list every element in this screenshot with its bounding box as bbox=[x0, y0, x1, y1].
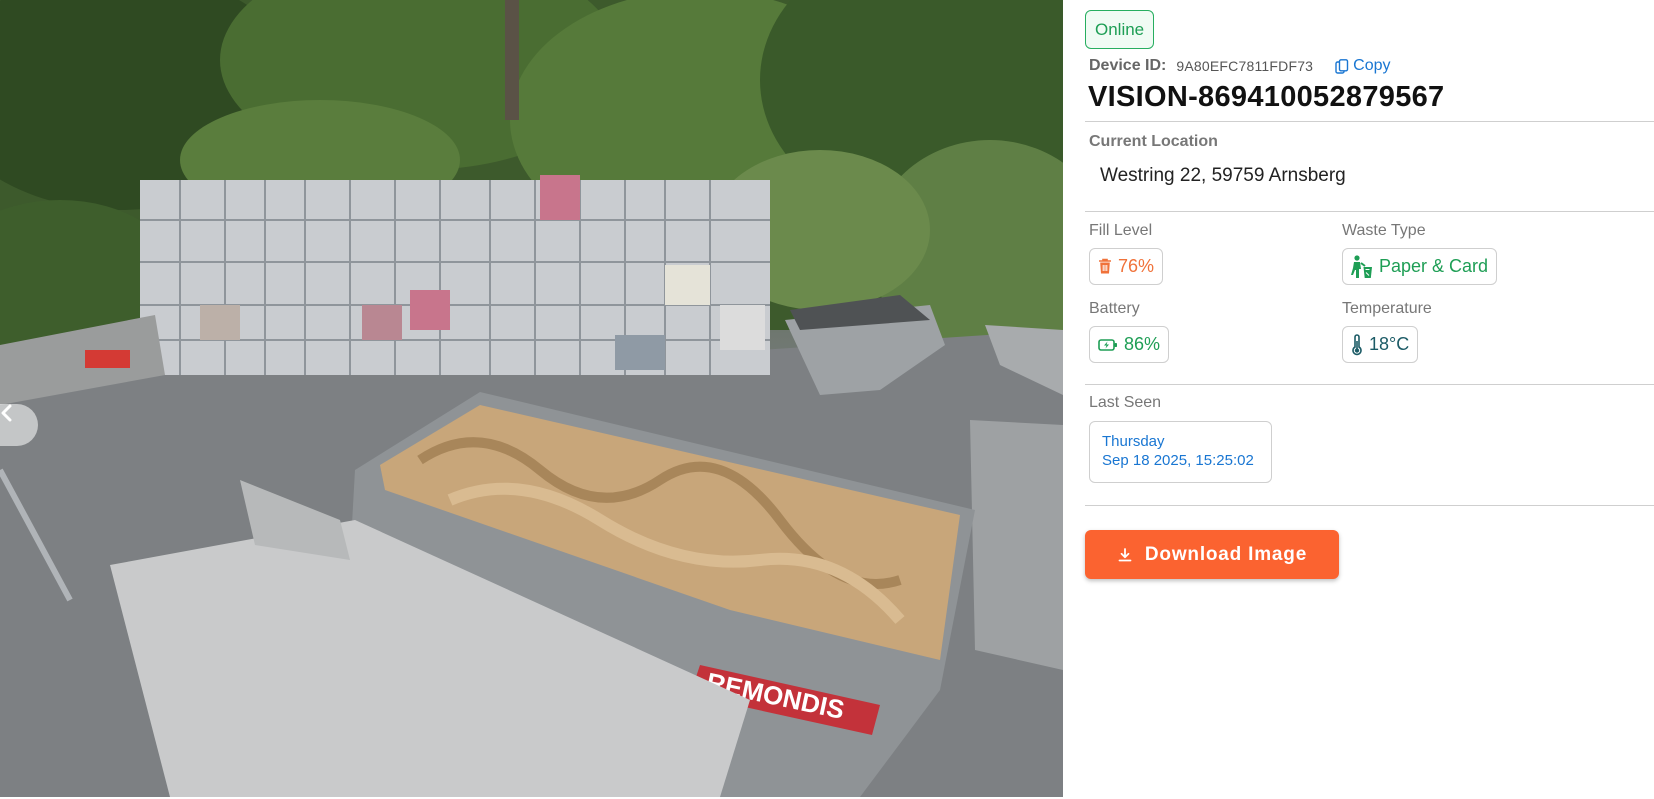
location-label: Current Location bbox=[1089, 133, 1218, 150]
last-seen-box: Thursday Sep 18 2025, 15:25:02 bbox=[1089, 421, 1272, 483]
fill-level-value: 76% bbox=[1118, 256, 1155, 276]
thermometer-icon bbox=[1352, 333, 1362, 355]
copy-label: Copy bbox=[1353, 57, 1391, 74]
waste-type-label: Waste Type bbox=[1342, 222, 1426, 239]
battery-label: Battery bbox=[1089, 300, 1140, 317]
camera-image: REMONDIS bbox=[0, 0, 1063, 797]
ibc-stack bbox=[140, 175, 770, 375]
device-id-value: 9A80EFC7811FDF73 bbox=[1176, 58, 1314, 74]
last-seen-label: Last Seen bbox=[1089, 394, 1162, 411]
battery-value: 86% bbox=[1124, 334, 1161, 354]
device-info-panel: Online Device ID: 9A80EFC7811FDF73 Copy … bbox=[1063, 0, 1654, 799]
download-label: Download Image bbox=[1144, 543, 1308, 565]
person-recycling-icon bbox=[1351, 254, 1372, 278]
download-icon bbox=[1118, 547, 1132, 561]
trash-icon bbox=[1099, 258, 1111, 274]
waste-type-chip: Paper & Card bbox=[1342, 248, 1498, 285]
battery-chip: 86% bbox=[1089, 326, 1170, 363]
temperature-value: 18°C bbox=[1369, 334, 1410, 354]
temperature-chip: 18°C bbox=[1342, 326, 1419, 363]
last-seen-datetime: Sep 18 2025, 15:25:02 bbox=[1102, 452, 1254, 469]
download-image-button[interactable]: Download Image bbox=[1085, 530, 1339, 579]
fill-level-label: Fill Level bbox=[1089, 222, 1153, 239]
battery-charging-icon bbox=[1098, 338, 1117, 351]
divider bbox=[1085, 121, 1654, 122]
waste-type-value: Paper & Card bbox=[1379, 256, 1489, 276]
divider bbox=[1085, 384, 1654, 385]
fill-level-chip: 76% bbox=[1089, 248, 1164, 285]
camera-scene: REMONDIS bbox=[0, 0, 1063, 797]
copy-icon bbox=[1335, 58, 1349, 74]
location-address: Westring 22, 59759 Arnsberg bbox=[1100, 165, 1346, 186]
status-badge: Online bbox=[1085, 10, 1155, 49]
right-container bbox=[970, 420, 1063, 670]
divider bbox=[1085, 211, 1654, 212]
last-seen-day: Thursday bbox=[1102, 433, 1165, 450]
divider bbox=[1085, 505, 1654, 506]
device-title: VISION-869410052879567 bbox=[1088, 81, 1445, 113]
device-id-label: Device ID: bbox=[1089, 57, 1167, 74]
copy-button[interactable]: Copy bbox=[1335, 57, 1391, 75]
device-id-row: Device ID: 9A80EFC7811FDF73 Copy bbox=[1089, 56, 1391, 76]
temperature-label: Temperature bbox=[1342, 300, 1432, 317]
chevron-left-icon bbox=[1, 404, 12, 422]
